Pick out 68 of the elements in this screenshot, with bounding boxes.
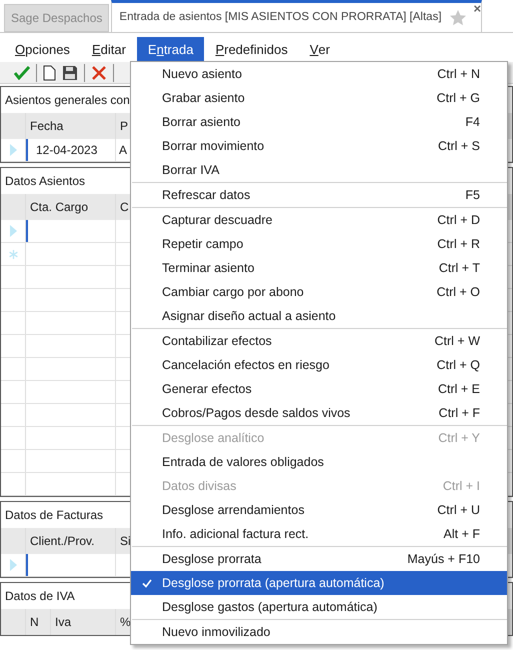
menu-option[interactable]: Cambiar cargo por abono Ctrl + O xyxy=(131,280,507,304)
menu-item[interactable]: Entrada xyxy=(136,37,204,62)
shortcut-label: Ctrl + W xyxy=(434,332,480,350)
shortcut-label: F4 xyxy=(465,114,480,131)
check-icon[interactable] xyxy=(14,66,30,80)
menu-option[interactable]: Desglose arrendamientos Ctrl + U xyxy=(131,498,507,522)
menu-option[interactable]: Asignar diseño actual a asiento xyxy=(131,304,507,328)
menu-option[interactable]: Terminar asiento Ctrl + T xyxy=(131,256,507,280)
shortcut-label: Ctrl + Q xyxy=(436,356,480,374)
menu-option[interactable]: Borrar movimiento Ctrl + S xyxy=(131,134,507,158)
panel-title: Datos de IVA xyxy=(5,588,75,605)
new-document-icon[interactable] xyxy=(43,64,56,80)
menu-item[interactable]: Opciones xyxy=(4,37,81,62)
menu-option[interactable]: Entrada de valores obligados xyxy=(131,450,507,474)
menu-option[interactable]: Desglose prorrata (apertura automática) xyxy=(131,571,507,595)
table-cell[interactable]: 12-04-2023 xyxy=(26,139,116,161)
shortcut-label: Ctrl + G xyxy=(436,90,480,107)
menu-option[interactable]: Nuevo asiento Ctrl + N xyxy=(131,62,507,86)
shortcut-label: Ctrl + S xyxy=(438,138,480,155)
shortcut-label: Ctrl + N xyxy=(437,66,480,83)
menu-option[interactable]: Info. adicional factura rect. Alt + F xyxy=(131,522,507,546)
active-cell[interactable] xyxy=(26,220,116,242)
active-cell[interactable] xyxy=(26,554,116,576)
menu-option[interactable]: Capturar descuadre Ctrl + D xyxy=(131,208,507,232)
panel-title: Datos de Facturas xyxy=(5,507,104,524)
column-header[interactable]: Fecha xyxy=(26,113,116,139)
menu-option[interactable]: Nuevo inmovilizado xyxy=(131,620,507,644)
asterisk-icon xyxy=(8,250,18,258)
column-header[interactable]: Cta. Cargo xyxy=(26,194,116,220)
menu-option[interactable]: Refrescar datos F5 xyxy=(131,183,507,207)
menu-option[interactable]: Borrar IVA xyxy=(131,158,507,182)
menu-option[interactable]: Grabar asiento Ctrl + G xyxy=(131,86,507,110)
panel-title: Asientos generales con xyxy=(5,92,130,109)
shortcut-label: Ctrl + U xyxy=(437,502,480,519)
menu-item[interactable]: Ver xyxy=(298,37,341,62)
shortcut-label: Ctrl + T xyxy=(438,260,480,277)
menu-option[interactable]: Cobros/Pagos desde saldos vivos Ctrl + F xyxy=(131,401,507,425)
shortcut-label: Mayús + F10 xyxy=(407,550,480,568)
shortcut-label: Ctrl + I xyxy=(442,478,480,495)
shortcut-label: Ctrl + E xyxy=(438,380,480,398)
current-row-icon xyxy=(10,559,16,571)
column-header[interactable]: Iva xyxy=(51,609,116,635)
save-icon[interactable] xyxy=(62,64,78,80)
menu-item[interactable]: Editar xyxy=(80,37,137,62)
current-row-icon xyxy=(10,144,16,156)
tab[interactable]: Entrada de asientos [MIS ASIENTOS CON PRORRATA] [Altas] × xyxy=(111,0,482,32)
menu-option[interactable]: Generar efectos Ctrl + E xyxy=(131,377,507,401)
shortcut-label: Ctrl + R xyxy=(437,236,480,253)
menu-item[interactable]: Predefinidos xyxy=(204,37,299,62)
menu-option[interactable]: Repetir campo Ctrl + R xyxy=(131,232,507,256)
menu-option[interactable]: Desglose prorrata Mayús + F10 xyxy=(131,547,507,571)
menu-option[interactable]: Desglose gastos (apertura automática) xyxy=(131,595,507,619)
shortcut-label: Ctrl + F xyxy=(438,404,480,422)
menu-option[interactable]: Cancelación efectos en riesgo Ctrl + Q xyxy=(131,353,507,377)
shortcut-label: F5 xyxy=(465,186,480,204)
shortcut-label: Ctrl + Y xyxy=(438,430,480,447)
menu-option[interactable]: Contabilizar efectos Ctrl + W xyxy=(131,329,507,353)
current-row-icon xyxy=(10,225,16,237)
menu-option[interactable]: Borrar asiento F4 xyxy=(131,110,507,134)
panel-title: Datos Asientos xyxy=(5,173,86,190)
column-header[interactable]: Client./Prov. xyxy=(26,528,116,554)
shortcut-label: Ctrl + O xyxy=(436,284,480,301)
shortcut-label: Alt + F xyxy=(444,526,480,543)
close-button[interactable]: × xyxy=(474,2,482,15)
star-icon[interactable] xyxy=(450,10,466,26)
delete-icon[interactable] xyxy=(91,64,107,80)
shortcut-label: Ctrl + D xyxy=(437,212,480,229)
column-header[interactable]: N xyxy=(26,609,51,635)
